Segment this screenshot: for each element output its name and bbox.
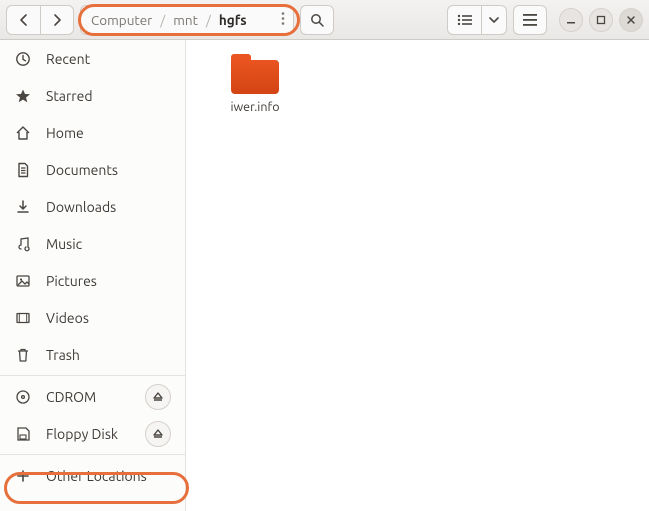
hamburger-menu-button[interactable]	[513, 5, 547, 35]
video-icon	[14, 310, 32, 326]
view-dropdown-button[interactable]	[481, 5, 507, 35]
download-icon	[14, 199, 32, 215]
sidebar-divider	[0, 375, 185, 376]
sidebar-item-label: Downloads	[46, 199, 116, 215]
sidebar-item-cdrom[interactable]: CDROM	[0, 378, 185, 415]
trash-icon	[14, 347, 32, 363]
forward-button[interactable]	[40, 5, 74, 35]
list-view-button[interactable]	[447, 5, 481, 35]
sidebar-item-downloads[interactable]: Downloads	[0, 188, 185, 225]
path-separator: /	[206, 12, 211, 28]
sidebar-item-other-locations[interactable]: Other Locations	[0, 457, 185, 494]
nav-back-forward	[6, 5, 74, 35]
document-icon	[14, 162, 32, 178]
close-button[interactable]	[619, 8, 643, 32]
file-label: iwer.info	[220, 100, 290, 114]
eject-button[interactable]	[145, 384, 171, 410]
sidebar-item-home[interactable]: Home	[0, 114, 185, 151]
sidebar-item-documents[interactable]: Documents	[0, 151, 185, 188]
window-controls	[559, 8, 643, 32]
minimize-button[interactable]	[559, 8, 583, 32]
path-separator: /	[160, 12, 165, 28]
sidebar-item-videos[interactable]: Videos	[0, 299, 185, 336]
eject-button[interactable]	[145, 421, 171, 447]
main: Recent Starred Home Documents Downloads …	[0, 40, 649, 511]
sidebar-item-label: Other Locations	[46, 468, 147, 484]
sidebar-item-music[interactable]: Music	[0, 225, 185, 262]
path-bar[interactable]: Computer / mnt / hgfs	[80, 5, 294, 35]
sidebar-item-label: Floppy Disk	[46, 426, 118, 442]
path-segment[interactable]: Computer	[91, 12, 152, 28]
sidebar-divider	[0, 454, 185, 455]
sidebar-item-label: Home	[46, 125, 84, 141]
back-button[interactable]	[6, 5, 40, 35]
sidebar-item-label: Documents	[46, 162, 118, 178]
sidebar-item-label: CDROM	[46, 389, 96, 405]
path-segment[interactable]: mnt	[173, 12, 198, 28]
sidebar-item-starred[interactable]: Starred	[0, 77, 185, 114]
sidebar: Recent Starred Home Documents Downloads …	[0, 40, 186, 511]
folder-item[interactable]: iwer.info	[220, 54, 290, 114]
music-icon	[14, 236, 32, 252]
floppy-icon	[14, 426, 32, 442]
sidebar-item-recent[interactable]: Recent	[0, 40, 185, 77]
disc-icon	[14, 389, 32, 405]
toolbar: Computer / mnt / hgfs	[0, 0, 649, 40]
view-mode	[447, 5, 507, 35]
folder-icon	[231, 54, 279, 94]
home-icon	[14, 125, 32, 141]
clock-icon	[14, 51, 32, 67]
star-icon	[14, 88, 32, 104]
sidebar-item-label: Trash	[46, 347, 80, 363]
path-segment-current[interactable]: hgfs	[219, 12, 247, 28]
file-pane[interactable]: iwer.info	[186, 40, 649, 511]
path-more-icon[interactable]	[281, 11, 285, 28]
sidebar-item-label: Videos	[46, 310, 89, 326]
sidebar-item-label: Pictures	[46, 273, 97, 289]
sidebar-item-pictures[interactable]: Pictures	[0, 262, 185, 299]
sidebar-item-label: Recent	[46, 51, 90, 67]
sidebar-item-floppy[interactable]: Floppy Disk	[0, 415, 185, 452]
sidebar-item-trash[interactable]: Trash	[0, 336, 185, 373]
plus-icon	[14, 469, 32, 483]
sidebar-item-label: Music	[46, 236, 82, 252]
sidebar-item-label: Starred	[46, 88, 93, 104]
picture-icon	[14, 273, 32, 289]
maximize-button[interactable]	[589, 8, 613, 32]
search-button[interactable]	[300, 5, 334, 35]
